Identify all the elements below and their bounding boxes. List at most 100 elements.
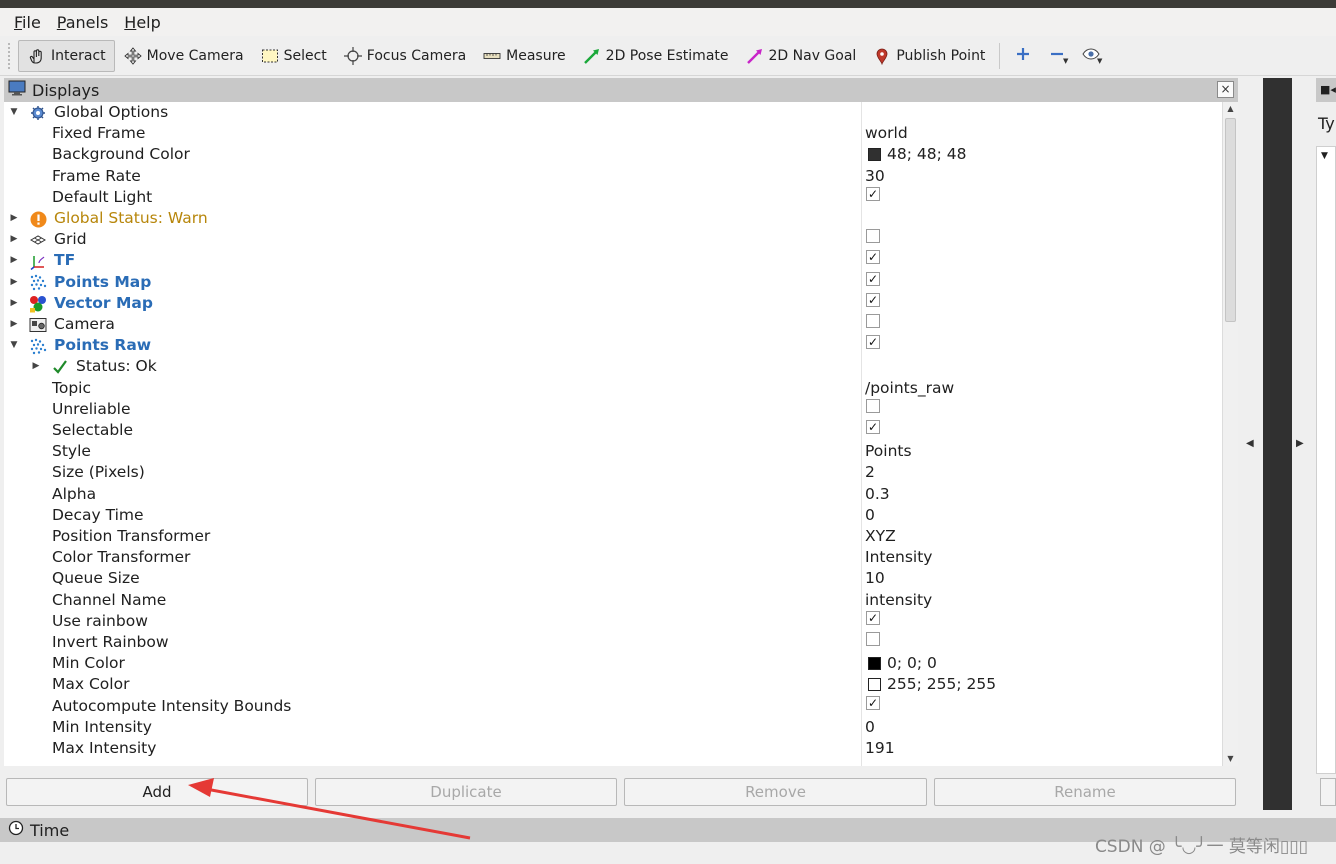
display-property-row[interactable]: Max Color 255; 255; 255 xyxy=(4,674,1222,695)
property-value[interactable]: 255; 255; 255 xyxy=(865,674,996,695)
color-swatch[interactable] xyxy=(868,148,881,162)
display-property-row[interactable]: Min Intensity 0 xyxy=(4,717,1222,738)
checkbox[interactable] xyxy=(866,398,880,413)
expand-arrow-right-icon[interactable]: ▶ xyxy=(30,356,42,377)
measure-tool-button[interactable]: Measure xyxy=(474,40,574,72)
move-camera-tool-button[interactable]: Move Camera xyxy=(115,40,252,72)
property-value[interactable]: 0.3 xyxy=(865,484,890,505)
display-property-row[interactable]: Min Color 0; 0; 0 xyxy=(4,653,1222,674)
display-property-row[interactable]: Use rainbow ✓ xyxy=(4,610,1222,632)
vertical-scrollbar[interactable]: ▲ ▼ xyxy=(1222,102,1238,766)
view-tool-button[interactable]: ▼ xyxy=(1074,40,1108,72)
property-value[interactable]: Points xyxy=(865,441,912,462)
remove-button[interactable]: Remove xyxy=(624,778,927,806)
scroll-down-arrow[interactable]: ▼ xyxy=(1223,752,1238,766)
color-swatch[interactable] xyxy=(868,678,881,692)
display-property-row[interactable]: ▶ Global Status: Warn xyxy=(4,208,1222,229)
scrollbar-thumb[interactable] xyxy=(1225,118,1236,322)
property-value[interactable]: ✓ xyxy=(865,610,880,625)
property-value[interactable] xyxy=(865,229,880,244)
display-property-row[interactable]: Fixed Frame world xyxy=(4,123,1222,144)
property-value[interactable]: 2 xyxy=(865,462,875,483)
property-value[interactable]: XYZ xyxy=(865,526,896,547)
property-value[interactable]: ✓ xyxy=(865,695,880,710)
property-value[interactable]: ✓ xyxy=(865,250,880,265)
display-property-row[interactable]: Unreliable xyxy=(4,398,1222,420)
display-property-row[interactable]: Size (Pixels) 2 xyxy=(4,462,1222,483)
add-button[interactable]: Add xyxy=(6,778,308,806)
expand-arrow-right-icon[interactable]: ▶ xyxy=(8,272,20,293)
display-property-row[interactable]: ▶ Vector Map ✓ xyxy=(4,292,1222,314)
expand-arrow-right-icon[interactable]: ▶ xyxy=(8,314,20,335)
property-value[interactable]: 191 xyxy=(865,738,895,759)
menu-help[interactable]: Help xyxy=(116,13,168,32)
property-value[interactable]: 30 xyxy=(865,166,885,187)
property-value[interactable]: ✓ xyxy=(865,271,880,286)
toolbar-grip[interactable] xyxy=(8,42,12,69)
checkbox[interactable] xyxy=(866,632,880,646)
display-property-row[interactable]: Frame Rate 30 xyxy=(4,166,1222,187)
property-value[interactable]: /points_raw xyxy=(865,378,954,399)
render-view-strip[interactable] xyxy=(1263,78,1292,810)
expand-arrow-right-icon[interactable]: ▶ xyxy=(8,250,20,271)
checkbox[interactable]: ✓ xyxy=(866,610,880,625)
select-tool-button[interactable]: Select xyxy=(252,40,335,72)
interact-tool-button[interactable]: Interact xyxy=(18,39,115,72)
color-swatch[interactable] xyxy=(868,657,881,671)
property-value[interactable]: 10 xyxy=(865,568,885,589)
property-value[interactable]: 0; 0; 0 xyxy=(865,653,937,674)
add-tool-button[interactable] xyxy=(1006,40,1040,72)
duplicate-button[interactable]: Duplicate xyxy=(315,778,617,806)
nav-goal-tool-button[interactable]: 2D Nav Goal xyxy=(737,40,865,72)
property-value[interactable]: 0 xyxy=(865,505,875,526)
publish-point-tool-button[interactable]: Publish Point xyxy=(864,40,993,72)
views-button[interactable] xyxy=(1320,778,1336,806)
display-property-row[interactable]: Queue Size 10 xyxy=(4,568,1222,589)
close-panel-button[interactable]: × xyxy=(1217,81,1234,98)
property-value[interactable] xyxy=(865,398,880,413)
checkbox[interactable]: ✓ xyxy=(866,292,880,307)
displays-tree[interactable]: ▼ Global Options Fixed Frame world Backgroun… xyxy=(4,102,1222,766)
remove-tool-button[interactable]: ▼ xyxy=(1040,40,1074,72)
panel-splitter[interactable]: ◀ xyxy=(1240,78,1262,810)
checkbox[interactable]: ✓ xyxy=(866,335,880,350)
display-property-row[interactable]: Topic/points_raw xyxy=(4,378,1222,399)
display-property-row[interactable]: Default Light ✓ xyxy=(4,186,1222,208)
scroll-up-arrow[interactable]: ▲ xyxy=(1223,102,1238,116)
property-value[interactable]: intensity xyxy=(865,590,932,611)
property-value[interactable]: world xyxy=(865,123,908,144)
display-property-row[interactable]: Invert Rainbow xyxy=(4,632,1222,653)
display-property-row[interactable]: Channel Name intensity xyxy=(4,590,1222,611)
display-property-row[interactable]: Position Transformer XYZ xyxy=(4,526,1222,547)
pose-estimate-tool-button[interactable]: 2D Pose Estimate xyxy=(574,40,737,72)
display-property-row[interactable]: Decay Time 0 xyxy=(4,505,1222,526)
property-value[interactable]: ✓ xyxy=(865,420,880,434)
display-property-row[interactable]: Autocompute Intensity Bounds ✓ xyxy=(4,695,1222,717)
property-value[interactable]: ✓ xyxy=(865,335,880,350)
display-property-row[interactable]: ▶ Grid xyxy=(4,229,1222,250)
focus-camera-tool-button[interactable]: Focus Camera xyxy=(335,40,474,72)
property-value[interactable]: Intensity xyxy=(865,547,932,568)
checkbox[interactable]: ✓ xyxy=(866,186,880,201)
property-value[interactable] xyxy=(865,314,880,328)
display-property-row[interactable]: ▶ TF ✓ xyxy=(4,250,1222,271)
property-value[interactable] xyxy=(865,632,880,646)
collapse-left-icon[interactable]: ◀ xyxy=(1246,438,1254,449)
chevron-down-icon[interactable]: ▼ xyxy=(1321,151,1328,161)
display-property-row[interactable]: Max Intensity 191 xyxy=(4,738,1222,759)
checkbox[interactable]: ✓ xyxy=(866,695,880,710)
display-property-row[interactable]: Selectable ✓ xyxy=(4,420,1222,441)
property-value[interactable]: 0 xyxy=(865,717,875,738)
property-value[interactable]: ✓ xyxy=(865,186,880,201)
checkbox[interactable]: ✓ xyxy=(866,250,880,265)
expand-arrow-right-icon[interactable]: ▶ xyxy=(8,293,20,314)
rename-button[interactable]: Rename xyxy=(934,778,1236,806)
display-property-row[interactable]: Style Points xyxy=(4,441,1222,462)
display-property-row[interactable]: ▼ Points Raw ✓ xyxy=(4,335,1222,356)
display-property-row[interactable]: ▶ Points Map ✓ xyxy=(4,271,1222,293)
display-property-row[interactable]: ▶ Camera xyxy=(4,314,1222,335)
display-property-row[interactable]: Color Transformer Intensity xyxy=(4,547,1222,568)
expand-arrow-down-icon[interactable]: ▼ xyxy=(8,335,20,356)
property-value[interactable]: ✓ xyxy=(865,292,880,307)
checkbox[interactable] xyxy=(866,314,880,328)
